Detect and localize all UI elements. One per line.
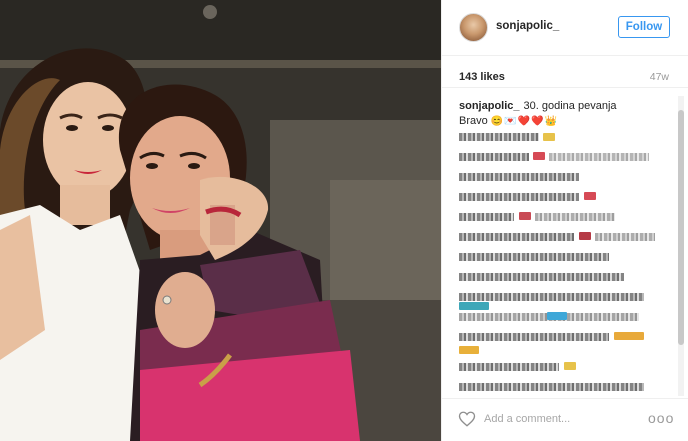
comments-list <box>459 131 669 396</box>
comment-blurred <box>549 153 649 161</box>
comment-blurred <box>459 133 539 141</box>
comment-blurred <box>459 253 609 261</box>
comment-emoji-blurred <box>543 133 555 141</box>
scrollbar-thumb[interactable] <box>678 110 684 345</box>
comment-bar: ooo <box>442 398 688 441</box>
photo-image <box>0 0 441 441</box>
comments-scrollbar[interactable] <box>678 96 684 396</box>
more-options-icon[interactable]: ooo <box>648 411 673 425</box>
likes-count[interactable]: 143 likes <box>459 71 505 83</box>
comment-emoji-blurred <box>579 232 591 240</box>
comment-blurred <box>459 233 574 241</box>
username-link[interactable]: sonjapolic_ <box>496 20 559 32</box>
post-age[interactable]: 47w <box>650 71 669 83</box>
heart-icon[interactable] <box>458 410 476 428</box>
caption-emojis: 😊💌❤️❤️👑 <box>490 116 559 127</box>
caption-username[interactable]: sonjapolic_ <box>459 100 520 112</box>
comment-emoji-blurred <box>519 212 531 220</box>
comment-input[interactable] <box>484 408 634 430</box>
comment-blurred <box>459 153 529 161</box>
comment-emoji-blurred <box>459 302 489 310</box>
comment-blurred <box>535 213 615 221</box>
comment-blurred <box>459 293 644 301</box>
caption-text: 30. godina pevanja <box>523 100 617 112</box>
comment-emoji-blurred <box>533 152 545 160</box>
comment-emoji-blurred <box>584 192 596 200</box>
comment-blurred <box>459 273 624 281</box>
post-header: sonjapolic_ Follow <box>442 0 688 56</box>
comment-emoji-blurred <box>459 346 479 354</box>
post-photo[interactable] <box>0 0 441 441</box>
caption-line-2: Bravo <box>459 115 488 127</box>
comment-emoji-blurred <box>564 362 576 370</box>
comment-blurred <box>459 383 644 391</box>
comment-blurred <box>459 213 514 221</box>
comment-blurred <box>459 173 579 181</box>
comment-emoji-blurred <box>614 332 644 340</box>
comment-blurred <box>459 193 579 201</box>
post-side-panel: sonjapolic_ Follow 143 likes 47w sonjapo… <box>441 0 688 441</box>
follow-button[interactable]: Follow <box>618 16 670 38</box>
avatar[interactable] <box>459 13 488 42</box>
comment-blurred <box>459 333 609 341</box>
comment-blurred <box>595 233 655 241</box>
post-meta: 143 likes 47w <box>442 56 688 88</box>
caption: sonjapolic_ 30. godina pevanja Bravo 😊💌❤️… <box>459 99 664 129</box>
comment-blurred <box>459 363 559 371</box>
comment-emoji-blurred <box>547 312 567 320</box>
